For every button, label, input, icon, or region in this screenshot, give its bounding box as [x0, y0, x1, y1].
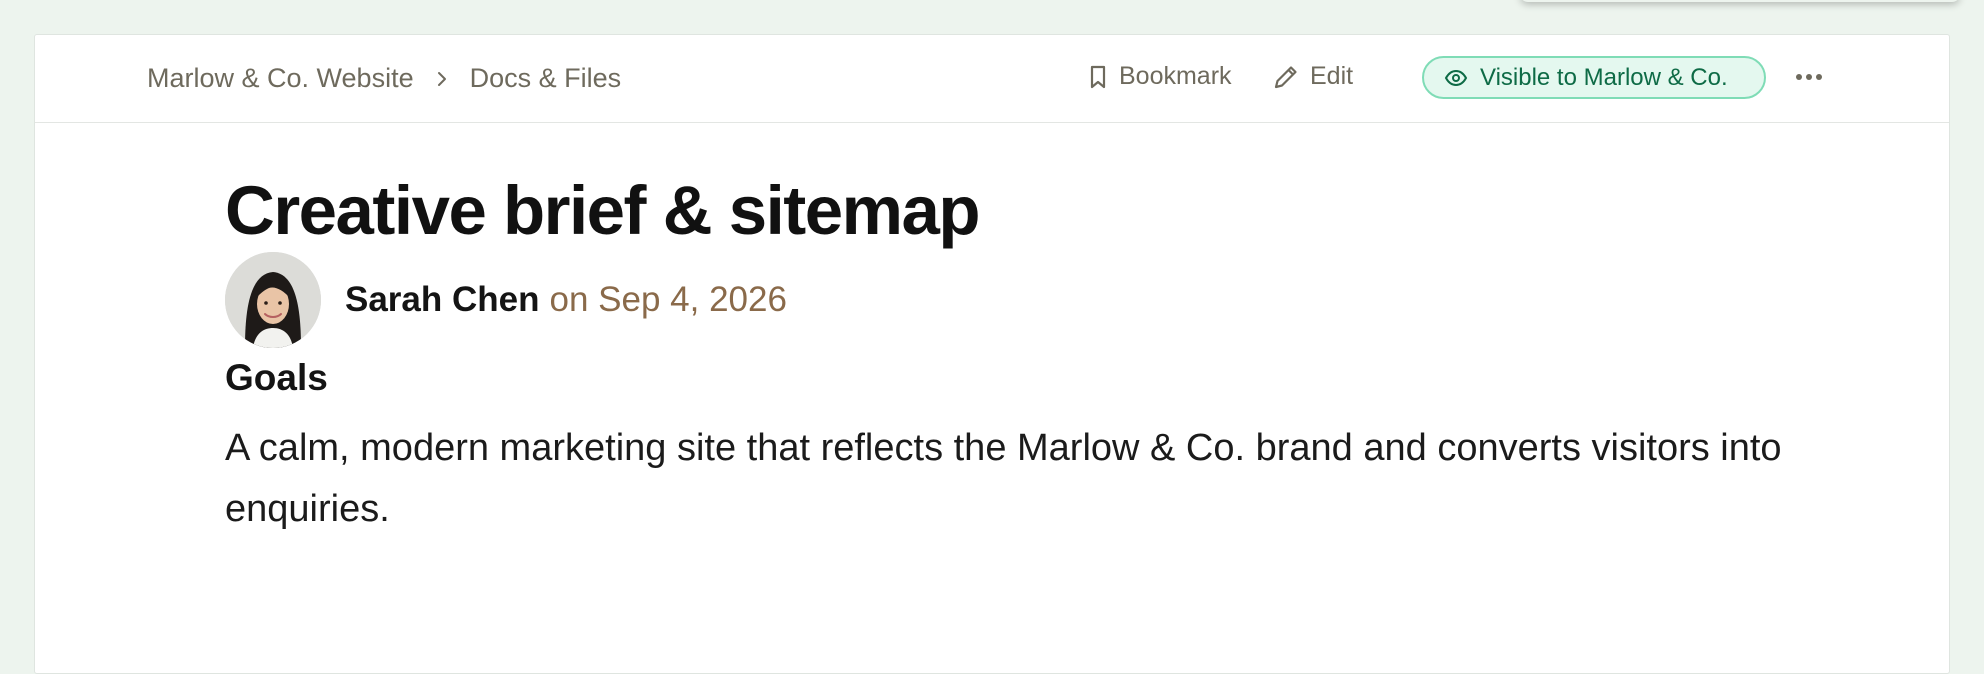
edit-button[interactable]: Edit: [1272, 62, 1353, 91]
visibility-label: Visible to Marlow & Co.: [1480, 63, 1728, 91]
more-options-button[interactable]: [1794, 65, 1824, 89]
bookmark-icon: [1090, 65, 1106, 88]
top-bar: Marlow & Co. Website Docs & Files Bookma…: [35, 35, 1949, 123]
overlay-shadow: [1520, 0, 1960, 2]
goals-paragraph: A calm, modern marketing site that refle…: [225, 427, 1782, 530]
byline: Sarah Chen on Sep 4, 2026: [225, 252, 787, 348]
bookmark-label: Bookmark: [1119, 62, 1232, 90]
avatar[interactable]: [225, 252, 321, 348]
edit-label: Edit: [1310, 62, 1354, 90]
more-dots-icon: [1796, 74, 1822, 80]
visibility-badge-button[interactable]: Visible to Marlow & Co.: [1422, 56, 1766, 99]
document-title: Creative brief & sitemap: [225, 172, 980, 249]
chevron-right-icon: [436, 70, 448, 88]
breadcrumb: Marlow & Co. Website Docs & Files: [147, 35, 621, 122]
document-card: Marlow & Co. Website Docs & Files Bookma…: [34, 34, 1950, 674]
post-date: on Sep 4, 2026: [549, 280, 787, 319]
pencil-icon: [1274, 65, 1297, 88]
author-name[interactable]: Sarah Chen: [345, 280, 540, 320]
eye-icon: [1444, 69, 1468, 86]
section-heading-goals: Goals: [225, 357, 328, 398]
breadcrumb-section-link[interactable]: Docs & Files: [470, 63, 622, 94]
bookmark-button[interactable]: Bookmark: [1087, 62, 1232, 91]
breadcrumb-project-link[interactable]: Marlow & Co. Website: [147, 63, 414, 94]
